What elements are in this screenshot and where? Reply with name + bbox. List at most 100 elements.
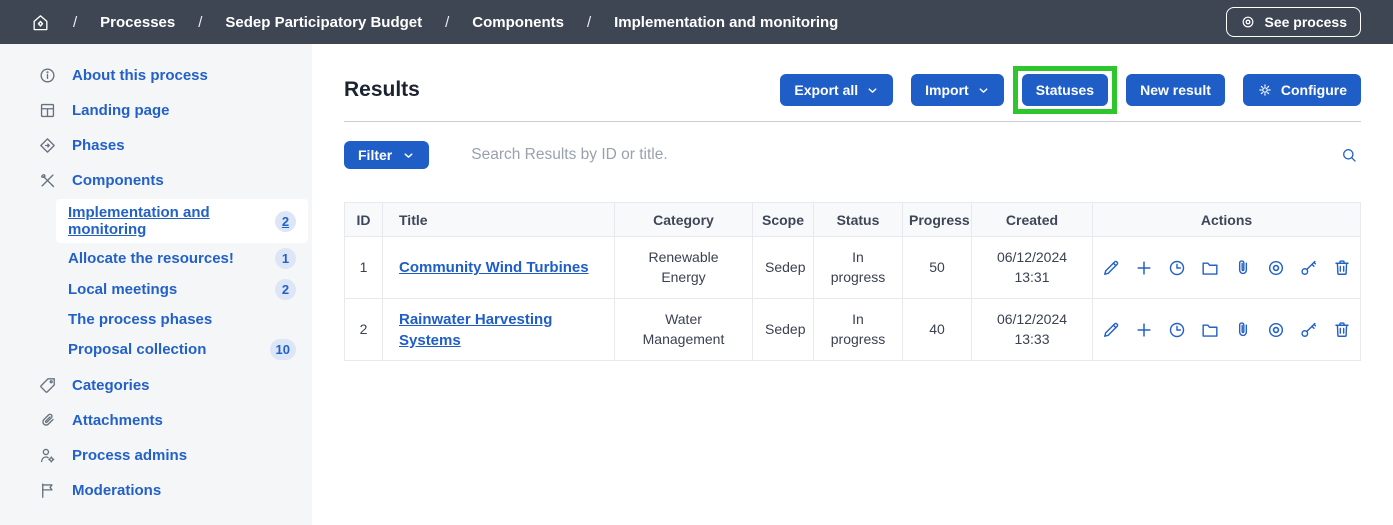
import-button[interactable]: Import (911, 74, 1004, 106)
result-created: 06/12/2024 13:31 (972, 237, 1093, 299)
subnav-item-label: Allocate the resources! (68, 250, 234, 267)
decidim-admin-page: / Processes / Sedep Participatory Budget… (0, 0, 1393, 525)
tag-icon (38, 376, 57, 395)
results-toolbar: Export all Import Statuses New result (780, 74, 1361, 106)
column-header-title: Title (383, 203, 615, 237)
folder-action-button[interactable] (1200, 258, 1220, 278)
edit-action-button[interactable] (1101, 258, 1121, 278)
filter-button[interactable]: Filter (344, 141, 429, 169)
breadcrumb-separator: / (587, 14, 591, 31)
result-progress: 50 (903, 237, 972, 299)
process-sidebar: About this process Landing page Phases (0, 44, 312, 525)
chevron-down-icon (866, 84, 879, 97)
column-header-status: Status (814, 203, 903, 237)
subnav-item-label: Local meetings (68, 281, 177, 298)
column-header-progress: Progress (903, 203, 972, 237)
attachments-action-button[interactable] (1233, 320, 1253, 340)
row-actions (1105, 258, 1348, 278)
new-result-button[interactable]: New result (1126, 74, 1225, 106)
breadcrumb: / Processes / Sedep Participatory Budget… (31, 13, 838, 32)
result-scope: Sedep (753, 299, 814, 361)
search-icon (1340, 146, 1359, 165)
see-process-button[interactable]: See process (1226, 7, 1362, 37)
subnav-item-allocate-the-resources[interactable]: Allocate the resources! 1 (56, 243, 308, 274)
result-title-link[interactable]: Community Wind Turbines (399, 259, 589, 276)
sidebar-item-label: Moderations (72, 482, 161, 499)
breadcrumb-process-name[interactable]: Sedep Participatory Budget (225, 14, 422, 31)
main-layout: About this process Landing page Phases (0, 44, 1393, 525)
permissions-action-button[interactable] (1299, 258, 1319, 278)
eye-icon (1266, 320, 1286, 340)
sidebar-item-label: About this process (72, 67, 208, 84)
breadcrumb-separator: / (445, 14, 449, 31)
sidebar-item-attachments[interactable]: Attachments (0, 403, 312, 438)
column-header-category: Category (615, 203, 753, 237)
filter-label: Filter (358, 147, 392, 163)
result-progress: 40 (903, 299, 972, 361)
result-id: 2 (345, 299, 383, 361)
key-icon (1299, 320, 1319, 340)
subnav-item-the-process-phases[interactable]: The process phases (56, 305, 308, 334)
paperclip-icon (1233, 320, 1253, 340)
folder-action-button[interactable] (1200, 320, 1220, 340)
edit-action-button[interactable] (1101, 320, 1121, 340)
breadcrumb-current-component[interactable]: Implementation and monitoring (614, 14, 838, 31)
attachments-action-button[interactable] (1233, 258, 1253, 278)
subnav-item-label: The process phases (68, 311, 212, 328)
sidebar-item-landing-page[interactable]: Landing page (0, 93, 312, 128)
export-all-label: Export all (794, 82, 858, 98)
chevron-down-icon (402, 149, 415, 162)
sidebar-item-components[interactable]: Components (0, 163, 312, 198)
sidebar-item-about[interactable]: About this process (0, 58, 312, 93)
paperclip-icon (38, 411, 57, 430)
statuses-button[interactable]: Statuses (1022, 74, 1108, 106)
configure-button[interactable]: Configure (1243, 74, 1361, 106)
history-action-button[interactable] (1167, 258, 1187, 278)
column-header-actions: Actions (1093, 203, 1361, 237)
folder-icon (1200, 320, 1220, 340)
add-action-button[interactable] (1134, 258, 1154, 278)
sidebar-item-moderations[interactable]: Moderations (0, 473, 312, 508)
export-all-button[interactable]: Export all (780, 74, 893, 106)
sidebar-item-process-admins[interactable]: Process admins (0, 438, 312, 473)
sidebar-item-phases[interactable]: Phases (0, 128, 312, 163)
clock-icon (1167, 320, 1187, 340)
result-id: 1 (345, 237, 383, 299)
subnav-item-implementation-and-monitoring[interactable]: Implementation and monitoring 2 (56, 199, 308, 243)
result-title-link[interactable]: Rainwater Harvesting Systems (399, 311, 552, 349)
trash-icon (1332, 258, 1352, 278)
search-button[interactable] (1338, 144, 1361, 167)
preview-action-button[interactable] (1266, 320, 1286, 340)
statuses-highlight-annotation: Statuses (1022, 74, 1108, 106)
breadcrumb-processes[interactable]: Processes (100, 14, 175, 31)
result-status: In progress (814, 299, 903, 361)
admin-home-link[interactable] (31, 13, 50, 32)
results-panel: Results Export all Import Statuses (312, 44, 1393, 525)
breadcrumb-components[interactable]: Components (472, 14, 564, 31)
folder-icon (1200, 258, 1220, 278)
sidebar-item-categories[interactable]: Categories (0, 368, 312, 403)
layout-icon (38, 101, 57, 120)
row-actions (1105, 320, 1348, 340)
chevron-down-icon (977, 84, 990, 97)
sidebar-item-label: Attachments (72, 412, 163, 429)
history-action-button[interactable] (1167, 320, 1187, 340)
new-result-label: New result (1140, 82, 1211, 98)
search-input[interactable] (469, 145, 1338, 165)
breadcrumb-separator: / (198, 14, 202, 31)
tools-icon (38, 171, 57, 190)
subnav-item-proposal-collection[interactable]: Proposal collection 10 (56, 334, 308, 365)
sidebar-item-label: Landing page (72, 102, 170, 119)
subnav-item-local-meetings[interactable]: Local meetings 2 (56, 274, 308, 305)
count-badge: 10 (270, 339, 296, 360)
delete-action-button[interactable] (1332, 320, 1352, 340)
count-badge: 1 (275, 248, 296, 269)
sidebar-item-label: Categories (72, 377, 150, 394)
trash-icon (1332, 320, 1352, 340)
results-header: Results Export all Import Statuses (344, 74, 1361, 106)
permissions-action-button[interactable] (1299, 320, 1319, 340)
delete-action-button[interactable] (1332, 258, 1352, 278)
preview-action-button[interactable] (1266, 258, 1286, 278)
add-action-button[interactable] (1134, 320, 1154, 340)
filter-row: Filter (344, 141, 1361, 169)
